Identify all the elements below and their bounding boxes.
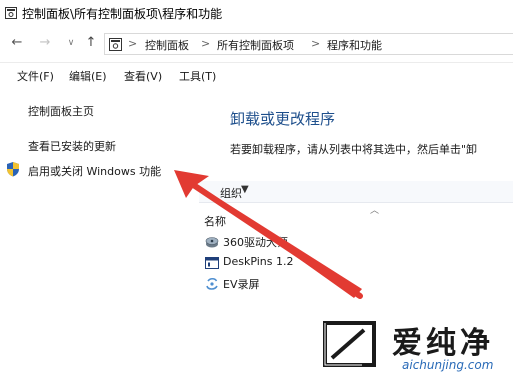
menu-edit[interactable]: 编辑(E)	[69, 68, 107, 84]
watermark-title: 爱纯净	[392, 326, 494, 361]
column-header-name[interactable]: 名称	[204, 213, 226, 229]
organize-button[interactable]: 组织	[220, 185, 242, 201]
sort-ascending-icon: ︿	[370, 206, 380, 216]
menu-view[interactable]: 查看(V)	[124, 68, 162, 84]
sidebar-view-updates[interactable]: 查看已安装的更新	[28, 138, 116, 154]
sidebar-windows-features[interactable]: 启用或关闭 Windows 功能	[28, 163, 161, 179]
breadcrumb-programs[interactable]: 程序和功能	[327, 37, 382, 53]
watermark-url: aichunjing.com	[402, 358, 494, 372]
uac-shield-icon	[7, 162, 19, 177]
title-bar: 控制面板\所有控制面板项\程序和功能	[0, 0, 513, 26]
program-name: 360驱动大师	[223, 236, 288, 249]
menu-tools[interactable]: 工具(T)	[179, 68, 216, 84]
forward-arrow-icon[interactable]: →	[38, 36, 52, 50]
sidebar-control-panel-home[interactable]: 控制面板主页	[28, 103, 94, 119]
program-row[interactable]: DeskPins 1.2	[205, 254, 405, 272]
program-name: DeskPins 1.2	[223, 255, 294, 268]
address-bar[interactable]: > 控制面板 > 所有控制面板项 > 程序和功能	[104, 33, 513, 55]
breadcrumb-separator: >	[311, 37, 321, 50]
navigation-bar: ← → ∨ ↑ > 控制面板 > 所有控制面板项 > 程序和功能	[0, 30, 513, 58]
deskpins-icon	[205, 257, 219, 269]
program-row[interactable]: 360驱动大师	[205, 233, 405, 251]
control-panel-icon	[109, 38, 122, 51]
control-panel-icon	[5, 7, 17, 19]
window-title: 控制面板\所有控制面板项\程序和功能	[22, 7, 223, 21]
chevron-down-icon[interactable]: ▼	[241, 184, 249, 195]
breadcrumb-all-items[interactable]: 所有控制面板项	[217, 37, 294, 53]
menu-bar: 文件(F) 编辑(E) 查看(V) 工具(T)	[0, 62, 513, 86]
program-name: EV录屏	[223, 278, 260, 291]
watermark: 爱纯净 aichunjing.com	[322, 318, 513, 376]
page-description: 若要卸载程序，请从列表中将其选中，然后单击"卸	[230, 143, 478, 156]
breadcrumb-separator: >	[128, 37, 138, 50]
recent-locations-icon[interactable]: ∨	[64, 36, 78, 50]
watermark-logo-icon	[323, 321, 376, 367]
program-row[interactable]: EV录屏	[205, 275, 405, 293]
breadcrumb-separator: >	[201, 37, 211, 50]
up-arrow-icon[interactable]: ↑	[84, 36, 98, 50]
page-title: 卸载或更改程序	[230, 110, 336, 128]
menu-file[interactable]: 文件(F)	[17, 68, 54, 84]
driver-icon	[205, 237, 219, 248]
breadcrumb-control-panel[interactable]: 控制面板	[145, 37, 189, 53]
back-arrow-icon[interactable]: ←	[10, 36, 24, 50]
ev-icon	[206, 277, 218, 290]
